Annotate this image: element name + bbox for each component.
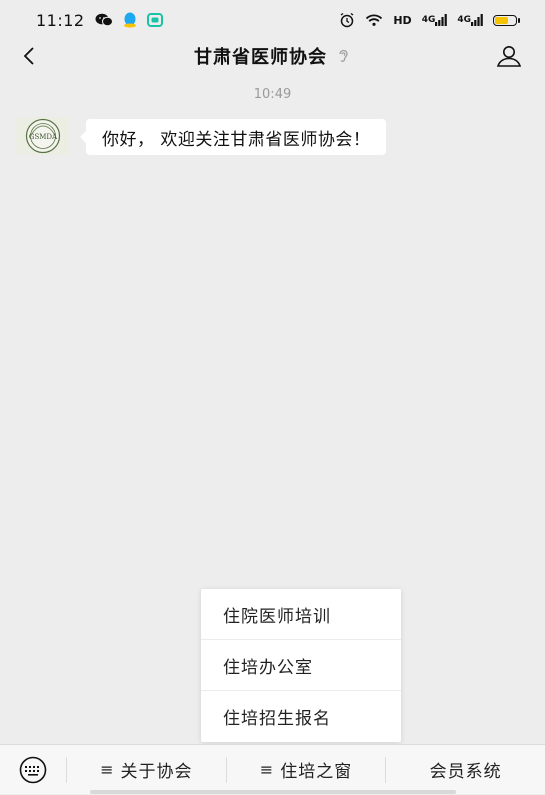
chevron-left-icon	[23, 47, 34, 65]
menu-label: 住培之窗	[280, 762, 353, 782]
menu-training-window[interactable]: ≡ 住培之窗	[227, 745, 386, 795]
status-right: HD 4G 4G	[339, 12, 520, 28]
chat-app-icon	[146, 13, 163, 27]
wechat-icon	[95, 13, 113, 27]
bottom-menu-bar: ≡ 关于协会 ≡ 住培之窗 会员系统	[0, 744, 545, 794]
person-icon	[496, 46, 522, 67]
signal-icon-2: 4G	[457, 14, 483, 26]
submenu-item-enrollment[interactable]: 住培招生报名	[201, 691, 401, 742]
status-bar: 11:12 HD 4G 4G	[0, 0, 545, 40]
battery-icon	[493, 14, 520, 26]
home-indicator[interactable]	[90, 790, 456, 794]
signal-icon-1: 4G	[422, 14, 448, 26]
battery-fill	[495, 16, 509, 24]
keyboard-icon	[19, 756, 47, 783]
submenu-item-training-office[interactable]: 住培办公室	[201, 640, 401, 691]
alarm-icon	[339, 12, 355, 28]
avatar-label: GSMDA	[29, 133, 58, 141]
qq-icon	[123, 12, 137, 28]
ear-icon	[335, 48, 351, 64]
submenu-item-resident-training[interactable]: 住院医师培训	[201, 589, 401, 640]
association-logo: GSMDA	[16, 117, 70, 155]
message-bubble: 你好， 欢迎关注甘肃省医师协会！	[79, 119, 387, 155]
submenu-popup: 住院医师培训 住培办公室 住培招生报名	[201, 589, 401, 742]
network-label: HD	[393, 13, 412, 27]
message-text: 你好， 欢迎关注甘肃省医师协会！	[102, 129, 371, 150]
page-title: 甘肃省医师协会	[194, 47, 327, 68]
menu-member-system[interactable]: 会员系统	[386, 745, 545, 795]
profile-button[interactable]	[495, 44, 523, 68]
wifi-icon	[365, 13, 383, 27]
signal-label-2: 4G	[457, 14, 471, 25]
title-bar: 甘肃省医师协会	[0, 38, 545, 74]
keyboard-button[interactable]	[0, 745, 66, 795]
menu-list-icon: ≡	[100, 760, 115, 779]
signal-label-1: 4G	[421, 14, 436, 25]
menu-list-icon: ≡	[259, 760, 275, 779]
status-time: 11:12	[36, 10, 85, 30]
menu-label: 会员系统	[429, 762, 502, 782]
message-timestamp: 10:49	[253, 87, 292, 102]
status-left: 11:12	[36, 11, 163, 30]
menu-label: 关于协会	[120, 762, 193, 782]
back-button[interactable]	[18, 44, 42, 68]
avatar[interactable]: GSMDA	[16, 117, 70, 155]
menu-about-association[interactable]: ≡ 关于协会	[67, 745, 226, 795]
